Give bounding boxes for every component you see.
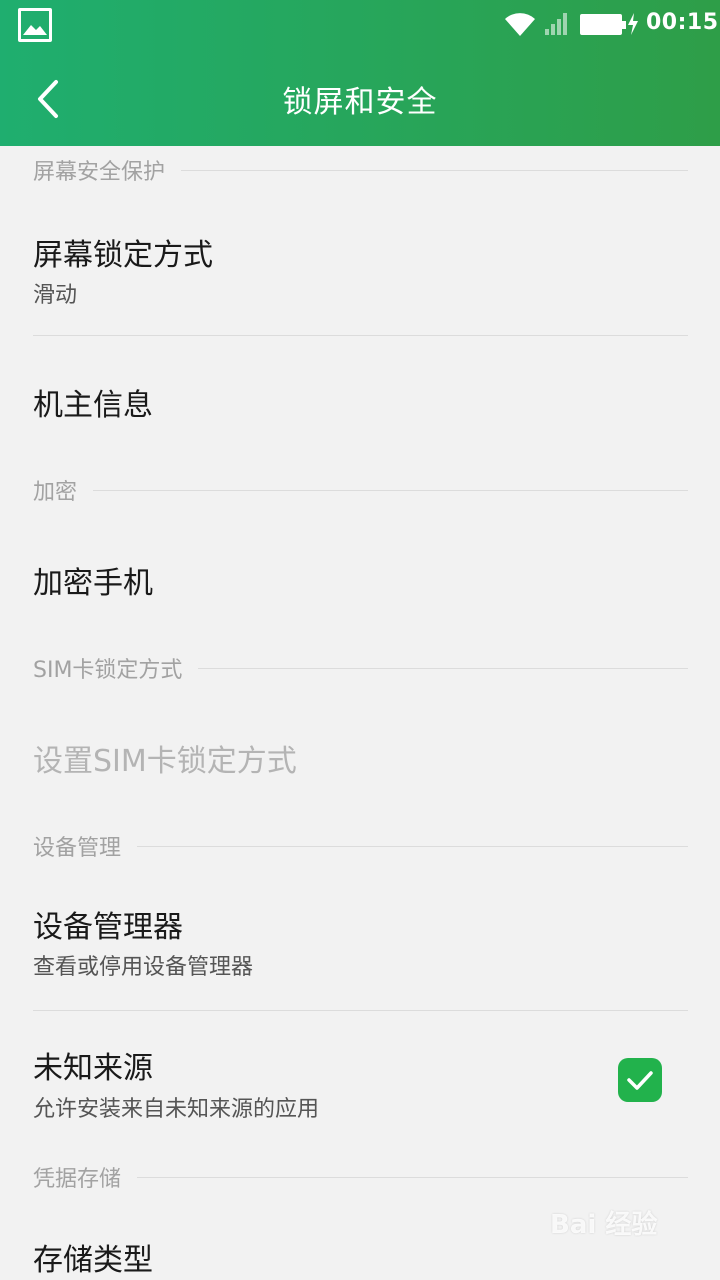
owner-info-title: 机主信息: [33, 388, 153, 423]
lock-method-title: 屏幕锁定方式: [33, 238, 213, 273]
unknown-sources-item[interactable]: 未知来源 允许安装来自未知来源的应用: [0, 1011, 720, 1151]
section-label: 加密: [33, 480, 78, 505]
checkmark-icon: [627, 1071, 653, 1090]
section-label: SIM卡锁定方式: [33, 658, 183, 683]
signal-icon: [545, 13, 567, 35]
section-header-sim-lock: SIM卡锁定方式: [33, 652, 688, 684]
battery-icon: [580, 14, 626, 35]
status-bar: 00:15: [0, 0, 720, 50]
lock-method-item[interactable]: 屏幕锁定方式 滑动: [0, 200, 720, 335]
app-header: 00:15 锁屏和安全: [0, 0, 720, 146]
charging-icon: [628, 13, 638, 35]
section-header-credential-storage: 凭据存储: [33, 1161, 688, 1193]
section-label: 设备管理: [33, 836, 122, 861]
section-divider: [93, 489, 688, 491]
set-sim-lock-item: 设置SIM卡锁定方式: [0, 694, 720, 814]
encrypt-phone-item[interactable]: 加密手机: [0, 516, 720, 636]
device-admins-item[interactable]: 设备管理器 查看或停用设备管理器: [0, 872, 720, 1010]
unknown-sources-title: 未知来源: [33, 1051, 153, 1086]
section-header-screen-security: 屏幕安全保护: [33, 154, 688, 186]
lock-method-value: 滑动: [33, 283, 78, 308]
unknown-sources-checkbox[interactable]: [618, 1058, 662, 1102]
baidu-watermark: Bai 经验: [550, 1210, 658, 1240]
section-label: 凭据存储: [33, 1167, 122, 1192]
section-divider: [137, 1176, 688, 1178]
section-label: 屏幕安全保护: [33, 160, 166, 185]
settings-list[interactable]: 屏幕安全保护 屏幕锁定方式 滑动 机主信息 加密 加密手机 SIM卡锁定方式 设…: [0, 146, 720, 1280]
storage-type-title: 存储类型: [33, 1243, 153, 1278]
gallery-icon: [18, 8, 52, 42]
section-divider: [181, 169, 688, 171]
device-admins-title: 设备管理器: [33, 910, 183, 945]
owner-info-item[interactable]: 机主信息: [0, 336, 720, 456]
section-divider: [137, 845, 688, 847]
status-time: 00:15: [646, 10, 719, 35]
set-sim-lock-title: 设置SIM卡锁定方式: [33, 744, 297, 779]
wifi-icon: [505, 13, 535, 36]
encrypt-phone-title: 加密手机: [33, 566, 153, 601]
device-admins-subtitle: 查看或停用设备管理器: [33, 955, 254, 980]
section-divider: [198, 667, 688, 669]
section-header-encryption: 加密: [33, 474, 688, 506]
page-title: 锁屏和安全: [282, 85, 438, 120]
unknown-sources-subtitle: 允许安装来自未知来源的应用: [33, 1097, 320, 1122]
section-header-device-admin: 设备管理: [33, 830, 688, 862]
